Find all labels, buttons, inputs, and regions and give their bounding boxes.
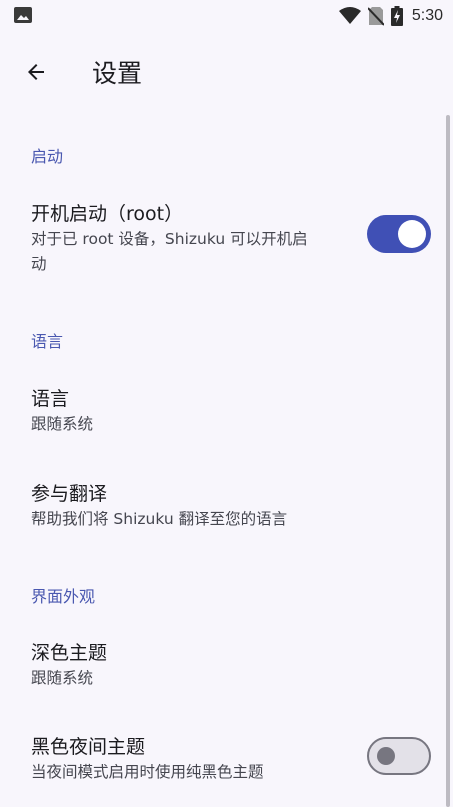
category-language: 语言 — [31, 332, 64, 351]
translate-title: 参与翻译 — [31, 483, 108, 505]
arrow-back-icon — [28, 64, 44, 80]
boot-start-preference[interactable]: 开机启动（root） 对于已 root 设备，Shizuku 可以开机启 动 — [0, 192, 440, 292]
translate-preference[interactable]: 参与翻译 帮助我们将 Shizuku 翻译至您的语言 — [0, 470, 440, 540]
status-icons: 5:30 — [338, 5, 443, 27]
dark-theme-title: 深色主题 — [31, 642, 108, 664]
battery-charging-icon — [390, 6, 403, 26]
boot-start-title: 开机启动（root） — [31, 203, 184, 225]
switch-thumb — [377, 747, 395, 765]
language-title: 语言 — [31, 388, 70, 410]
settings-list: 启动 开机启动（root） 对于已 root 设备，Shizuku 可以开机启 … — [0, 112, 453, 807]
dark-theme-summary: 跟随系统 — [31, 669, 94, 687]
language-preference[interactable]: 语言 跟随系统 — [0, 374, 440, 444]
boot-start-summary: 对于已 root 设备，Shizuku 可以开机启 动 — [31, 230, 308, 273]
black-night-theme-title: 黑色夜间主题 — [31, 736, 146, 758]
black-night-theme-preference[interactable]: 黑色夜间主题 当夜间模式启用时使用纯黑色主题 — [0, 723, 440, 803]
status-time: 5:30 — [411, 7, 443, 24]
black-night-theme-switch[interactable] — [367, 737, 431, 775]
category-startup: 启动 — [31, 147, 64, 166]
app-bar: 设置 — [0, 32, 453, 112]
boot-start-switch[interactable] — [367, 215, 431, 253]
translate-summary: 帮助我们将 Shizuku 翻译至您的语言 — [31, 510, 288, 528]
page-title: 设置 — [92, 59, 143, 88]
status-bar: 5:30 — [0, 0, 453, 32]
switch-thumb — [398, 220, 426, 248]
image-notification-icon — [14, 7, 32, 23]
wifi-icon — [338, 7, 361, 24]
no-sim-icon — [367, 7, 384, 26]
category-appearance: 界面外观 — [31, 587, 96, 606]
black-night-theme-summary: 当夜间模式启用时使用纯黑色主题 — [31, 763, 264, 781]
language-summary: 跟随系统 — [31, 415, 94, 433]
back-button[interactable] — [14, 50, 58, 94]
dark-theme-preference[interactable]: 深色主题 跟随系统 — [0, 629, 440, 699]
